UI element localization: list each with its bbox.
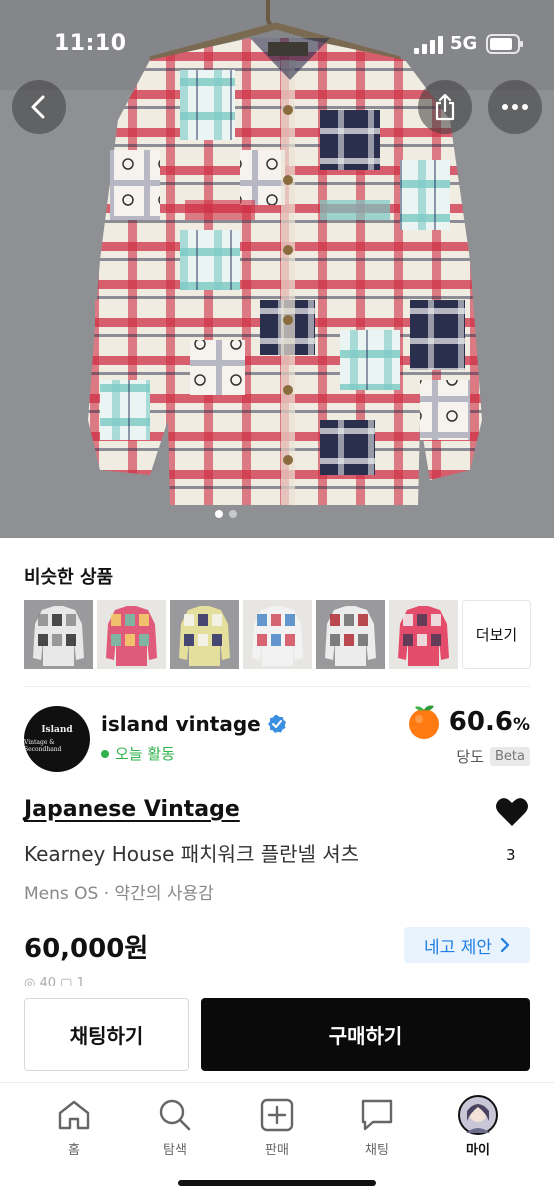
- similar-product-thumb[interactable]: [243, 600, 312, 669]
- tab-label: 탐색: [163, 1143, 187, 1158]
- seller-activity-text: 오늘 활동: [115, 745, 175, 763]
- chat-bubble-icon: [361, 1099, 393, 1131]
- tab-explore[interactable]: 탐색: [135, 1097, 215, 1158]
- search-icon: [159, 1099, 191, 1131]
- battery-icon: [486, 34, 523, 54]
- thumbnail-image: [97, 600, 166, 669]
- add-square-icon: [260, 1098, 294, 1132]
- tab-home[interactable]: 홈: [34, 1097, 114, 1158]
- purchase-action-bar: 채팅하기 구매하기: [0, 986, 554, 1082]
- cellular-signal-icon: [414, 36, 443, 54]
- shop-category-link[interactable]: Japanese Vintage: [24, 797, 240, 822]
- profile-avatar-icon: [458, 1095, 498, 1135]
- chevron-left-icon: [31, 95, 45, 119]
- thumbnail-image: [243, 600, 312, 669]
- similar-product-thumb[interactable]: [389, 600, 458, 669]
- like-count: 3: [506, 846, 516, 864]
- seller-avatar[interactable]: Island Vintage & Secondhand: [24, 706, 90, 772]
- tab-label: 채팅: [365, 1143, 389, 1158]
- tab-sell[interactable]: 판매: [237, 1097, 317, 1158]
- thumbnail-image: [316, 600, 385, 669]
- home-indicator: [178, 1180, 376, 1186]
- similar-products-row: 더보기: [24, 600, 531, 669]
- like-heart-icon[interactable]: [495, 796, 529, 828]
- similar-product-thumb[interactable]: [170, 600, 239, 669]
- avatar-logo-text: Island: [41, 725, 73, 735]
- tab-my[interactable]: 마이: [438, 1095, 518, 1158]
- carousel-dot: [215, 510, 223, 518]
- chevron-right-icon: [500, 937, 510, 953]
- back-button[interactable]: [12, 80, 66, 134]
- thumbnail-image: [170, 600, 239, 669]
- tab-label: 홈: [68, 1143, 80, 1158]
- product-image-carousel[interactable]: 11:10 5G: [0, 0, 554, 538]
- avatar-logo-subtext: Vintage & Secondhand: [24, 739, 62, 753]
- status-time: 11:10: [54, 31, 127, 56]
- divider: [24, 686, 530, 687]
- sweetness-label: 당도: [456, 748, 485, 766]
- product-meta: Mens OS · 약간의 사용감: [24, 884, 214, 904]
- network-type: 5G: [450, 33, 478, 54]
- sweetness-score[interactable]: 60.6%: [405, 704, 530, 740]
- home-icon: [58, 1100, 90, 1130]
- similar-product-thumb[interactable]: [24, 600, 93, 669]
- seller-activity: 오늘 활동: [101, 743, 175, 764]
- verified-badge-icon: [267, 715, 286, 733]
- sweetness-label-row: 당도 Beta: [456, 746, 530, 767]
- tab-chat[interactable]: 채팅: [337, 1097, 417, 1158]
- beta-badge: Beta: [490, 747, 530, 766]
- score-unit: %: [512, 715, 530, 735]
- online-dot-icon: [101, 749, 109, 758]
- thumbnail-image: [24, 600, 93, 669]
- chat-button[interactable]: 채팅하기: [24, 998, 189, 1071]
- similar-products-title: 비슷한 상품: [24, 567, 114, 588]
- share-button[interactable]: [418, 80, 472, 134]
- share-icon: [435, 93, 455, 121]
- carousel-dot: [229, 510, 237, 518]
- more-options-button[interactable]: [488, 80, 542, 134]
- product-price: 60,000원: [24, 934, 149, 964]
- tangerine-icon: [408, 705, 439, 739]
- carousel-indicator: [215, 510, 237, 518]
- score-value: 60.6: [448, 707, 513, 737]
- similar-product-thumb[interactable]: [97, 600, 166, 669]
- thumbnail-image: [389, 600, 458, 669]
- seller-name-row[interactable]: island vintage: [101, 712, 287, 736]
- offer-label: 네고 제안: [424, 937, 492, 958]
- product-title: Kearney House 패치워크 플란넬 셔츠: [24, 842, 360, 866]
- price-offer-button[interactable]: 네고 제안: [404, 927, 530, 963]
- tab-label: 마이: [466, 1143, 490, 1158]
- seller-name: island vintage: [101, 712, 261, 736]
- status-bar: 11:10 5G: [0, 0, 554, 88]
- similar-product-thumb[interactable]: [316, 600, 385, 669]
- ellipsis-icon: [502, 104, 528, 110]
- tab-label: 판매: [265, 1143, 289, 1158]
- buy-button[interactable]: 구매하기: [201, 998, 530, 1071]
- see-more-button[interactable]: 더보기: [462, 600, 531, 669]
